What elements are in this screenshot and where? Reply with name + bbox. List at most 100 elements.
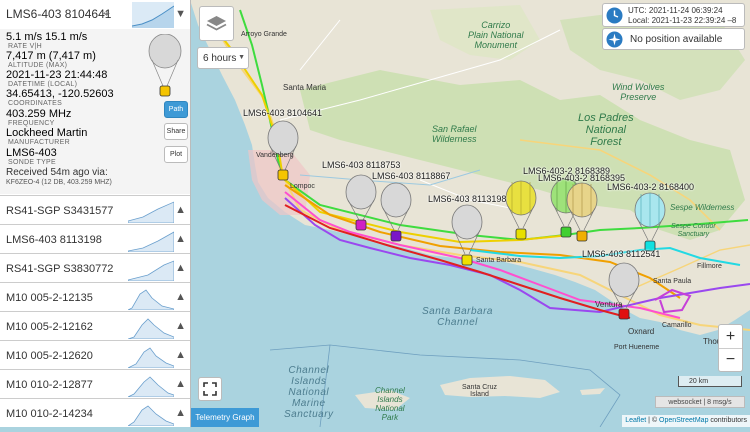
leaflet-link[interactable]: Leaflet xyxy=(625,417,646,424)
manufacturer-value: Lockheed Martin xyxy=(6,127,88,139)
frequency-value: 403.259 MHz xyxy=(6,108,72,120)
zoom-control: + − xyxy=(718,324,743,372)
fullscreen-button[interactable] xyxy=(198,377,222,401)
rate-value: 5.1 m/s 15.1 m/s xyxy=(6,31,88,43)
scale-bar: 20 km xyxy=(678,376,742,387)
chevron-down-icon: ▼ xyxy=(238,54,245,61)
chevron-up-icon[interactable]: ▲ xyxy=(175,407,186,419)
selected-sonde-name: LMS6-403 8104641 xyxy=(6,7,112,21)
position-status: No position available xyxy=(630,34,723,45)
rate-label: RATE V|H xyxy=(8,43,43,50)
zoom-in-button[interactable]: + xyxy=(719,325,742,349)
path-button[interactable]: Path xyxy=(164,101,188,118)
sonde-list-name: M10 005-2-12162 xyxy=(6,321,93,333)
place-label: Santa Barbara xyxy=(476,257,522,264)
datetime-label: DATETIME (LOCAL) xyxy=(8,81,78,88)
fullscreen-icon xyxy=(203,382,217,396)
balloon-label: LMS6-403 8118753 xyxy=(322,160,401,170)
share-button[interactable]: Share xyxy=(164,123,188,140)
crosshair-icon[interactable]: ⌖ xyxy=(103,6,110,21)
geo-label: Channel Islands National Park xyxy=(375,386,405,422)
chevron-up-icon[interactable]: ▲ xyxy=(175,262,186,274)
sonde-type-value: LMS6-403 xyxy=(6,147,57,159)
altitude-sparkline xyxy=(132,2,174,28)
sonde-list-name: M10 005-2-12135 xyxy=(6,292,93,304)
chevron-up-icon[interactable]: ▲ xyxy=(175,349,186,361)
chevron-up-icon[interactable]: ▲ xyxy=(175,233,186,245)
chevron-up-icon[interactable]: ▲ xyxy=(175,378,186,390)
place-label: Lompoc xyxy=(290,183,315,190)
sonde-list-item[interactable]: M10 005-2-12135 ▲ xyxy=(0,282,190,312)
place-label: Santa Maria xyxy=(283,83,327,92)
place-label: Vandenberg xyxy=(256,152,294,159)
place-label: Santa Paula xyxy=(653,278,692,285)
balloon-icon xyxy=(148,34,182,97)
attribution: Leaflet | © OpenStreetMap contributors xyxy=(622,415,750,427)
place-label: Ventura xyxy=(595,300,623,309)
geo-label: Sespe Wilderness xyxy=(670,203,735,212)
plot-button[interactable]: Plot xyxy=(164,146,188,163)
altitude-sparkline xyxy=(128,376,174,397)
sonde-list-item[interactable]: LMS6-403 8113198 ▲ xyxy=(0,224,190,254)
sonde-list-item[interactable]: M10 005-2-12620 ▲ xyxy=(0,340,190,370)
place-label: Port Hueneme xyxy=(614,344,660,351)
sonde-list-item[interactable]: M10 010-2-14234 ▲ xyxy=(0,398,190,427)
osm-link[interactable]: OpenStreetMap xyxy=(659,417,708,424)
time-local: Local: 2021-11-23 22:39:24 –8 xyxy=(628,16,737,25)
balloon-label: LMS6-403 8104641 xyxy=(243,108,323,118)
websocket-status: websocket | 8 msg/s xyxy=(655,396,745,408)
balloon-label: LMS6-403 8118867 xyxy=(372,171,451,181)
altitude-sparkline xyxy=(128,405,174,426)
sonde-list-name: RS41-SGP S3431577 xyxy=(6,205,114,217)
sonde-list-name: LMS6-403 8113198 xyxy=(6,234,102,246)
coordinates-label: COORDINATES xyxy=(8,100,63,107)
hours-select-value: 6 hours xyxy=(203,53,237,64)
sonde-list-name: M10 010-2-14234 xyxy=(6,408,93,420)
sonde-list-item[interactable]: M10 005-2-12162 ▲ xyxy=(0,311,190,341)
chevron-up-icon[interactable]: ▲ xyxy=(175,204,186,216)
place-label: Fillmore xyxy=(697,263,722,270)
position-panel[interactable]: No position available xyxy=(602,28,745,50)
layers-button[interactable] xyxy=(199,6,234,41)
frequency-label: FREQUENCY xyxy=(8,120,55,127)
sea-label: Channel Islands National Marine Sanctuar… xyxy=(284,365,334,420)
altitude-sparkline xyxy=(128,260,174,281)
sea-label: Santa Barbara Channel xyxy=(422,306,493,328)
clock-panel: UTC: 2021-11-24 06:39:24 Local: 2021-11-… xyxy=(602,3,745,27)
sonde-sidebar: LMS6-403 8104641 ⌖ ▼ 5.1 m/s 15.1 m/s RA… xyxy=(0,0,191,427)
sonde-list-name: M10 010-2-12877 xyxy=(6,379,93,391)
altitude-sparkline xyxy=(128,289,174,310)
chevron-up-icon[interactable]: ▲ xyxy=(175,320,186,332)
geo-label: Carrizo Plain National Monument xyxy=(468,20,524,50)
sonde-list-item[interactable]: RS41-SGP S3431577 ▲ xyxy=(0,195,190,225)
chevron-up-icon[interactable]: ▲ xyxy=(175,291,186,303)
clock-icon xyxy=(606,7,623,24)
hours-select[interactable]: 6 hours ▼ xyxy=(197,47,249,69)
altitude-sparkline xyxy=(128,347,174,368)
coordinates-value: 34.65413, -120.52603 xyxy=(6,88,114,100)
chevron-down-icon[interactable]: ▼ xyxy=(175,8,186,20)
altitude-sparkline xyxy=(128,201,174,223)
geo-label: Los Padres National Forest xyxy=(578,112,634,148)
altitude-label: ALTITUDE (MAX) xyxy=(8,62,68,69)
layers-icon xyxy=(206,16,227,31)
sonde-list-item[interactable]: M10 010-2-12877 ▲ xyxy=(0,369,190,399)
island-santa-cruz xyxy=(440,376,560,398)
altitude-sparkline xyxy=(128,231,174,252)
balloon-label: LMS6-403 8112541 xyxy=(582,249,661,259)
place-label: Oxnard xyxy=(628,327,655,336)
zoom-out-button[interactable]: − xyxy=(719,349,742,371)
datetime-value: 2021-11-23 21:44:48 xyxy=(6,69,108,81)
altitude-sparkline xyxy=(128,318,174,339)
manufacturer-label: MANUFACTURER xyxy=(8,139,70,146)
sonde-list-item[interactable]: RS41-SGP S3830772 ▲ xyxy=(0,253,190,283)
geo-label: Sespe Condor Sanctuary xyxy=(671,223,716,238)
island-anacapa xyxy=(580,388,605,395)
place-label: Camarillo xyxy=(662,322,692,329)
sonde-type-label: SONDE TYPE xyxy=(8,159,56,166)
balloon-label: LMS6-403-2 8168400 xyxy=(607,182,695,192)
selected-sonde-header[interactable]: LMS6-403 8104641 ⌖ ▼ xyxy=(0,0,190,30)
telemetry-graph-tab[interactable]: Telemetry Graph xyxy=(191,408,259,427)
received-info: Received 54m ago via: xyxy=(6,167,108,178)
time-utc: UTC: 2021-11-24 06:39:24 xyxy=(628,6,723,15)
